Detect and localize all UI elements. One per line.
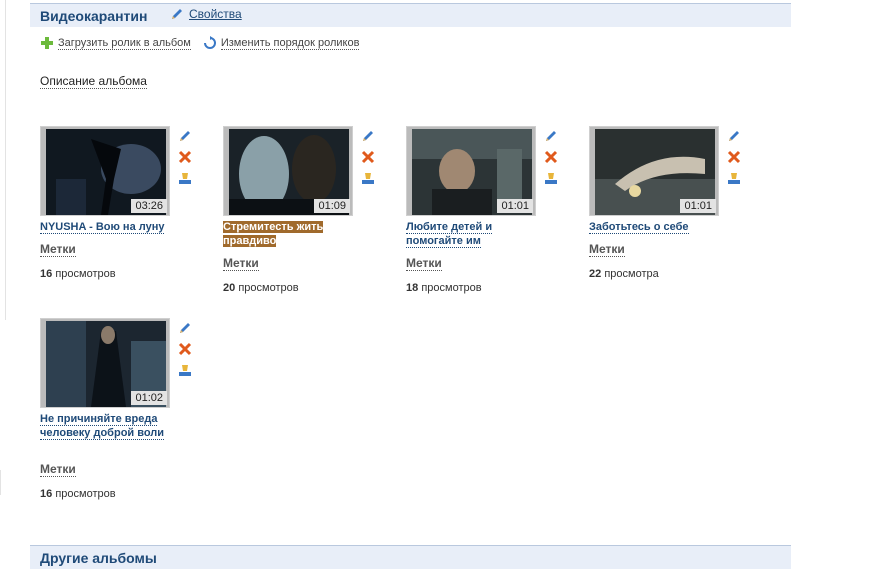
video-thumbnail[interactable]: 01:02 bbox=[40, 318, 170, 408]
delete-icon bbox=[178, 342, 192, 356]
plus-icon bbox=[41, 37, 53, 49]
video-tags-link[interactable]: Метки bbox=[40, 242, 76, 257]
left-border-line-lower bbox=[0, 470, 1, 495]
pencil-icon bbox=[172, 9, 182, 19]
video-duration: 01:01 bbox=[680, 199, 716, 213]
edit-video-button[interactable] bbox=[726, 128, 742, 144]
video-views: 18 просмотров bbox=[406, 282, 482, 294]
set-cover-button[interactable] bbox=[177, 170, 193, 186]
views-label: просмотров bbox=[238, 282, 299, 294]
delete-video-button[interactable] bbox=[177, 341, 193, 357]
views-label: просмотров bbox=[55, 268, 116, 280]
delete-video-button[interactable] bbox=[360, 149, 376, 165]
video-title[interactable]: Любите детей и помогайте им bbox=[406, 220, 536, 248]
cover-icon bbox=[179, 173, 191, 184]
properties-link[interactable]: Свойства bbox=[170, 7, 242, 21]
delete-icon bbox=[361, 150, 375, 164]
set-cover-button[interactable] bbox=[360, 170, 376, 186]
video-views: 20 просмотров bbox=[223, 282, 299, 294]
refresh-icon bbox=[203, 36, 216, 49]
properties-label: Свойства bbox=[189, 7, 242, 21]
video-tools bbox=[543, 128, 559, 186]
video-thumbnail[interactable]: 01:01 bbox=[589, 126, 719, 216]
album-actions: Загрузить ролик в альбом Изменить порядо… bbox=[40, 36, 360, 50]
edit-video-button[interactable] bbox=[177, 128, 193, 144]
other-albums-title: Другие альбомы bbox=[40, 550, 157, 566]
video-thumbnail[interactable]: 01:01 bbox=[406, 126, 536, 216]
views-count: 22 bbox=[589, 268, 602, 280]
pencil-icon bbox=[729, 131, 739, 141]
video-duration: 01:01 bbox=[497, 199, 533, 213]
delete-video-button[interactable] bbox=[726, 149, 742, 165]
video-title[interactable]: Заботьтесь о себе bbox=[589, 220, 719, 234]
delete-video-button[interactable] bbox=[177, 149, 193, 165]
edit-video-button[interactable] bbox=[360, 128, 376, 144]
video-tags-link[interactable]: Метки bbox=[589, 242, 625, 257]
reorder-videos-link[interactable]: Изменить порядок роликов bbox=[203, 36, 360, 50]
set-cover-button[interactable] bbox=[543, 170, 559, 186]
video-tools bbox=[177, 128, 193, 186]
cover-icon bbox=[728, 173, 740, 184]
delete-icon bbox=[178, 150, 192, 164]
views-count: 16 bbox=[40, 488, 53, 500]
video-tags-link[interactable]: Метки bbox=[223, 256, 259, 271]
album-header: Видеокарантин Свойства bbox=[30, 3, 791, 27]
views-count: 20 bbox=[223, 282, 236, 294]
video-views: 16 просмотров bbox=[40, 268, 116, 280]
album-description-link[interactable]: Описание альбома bbox=[40, 74, 147, 89]
video-tags-link[interactable]: Метки bbox=[40, 462, 76, 477]
album-title: Видеокарантин bbox=[40, 8, 148, 24]
edit-video-button[interactable] bbox=[177, 320, 193, 336]
video-duration: 01:09 bbox=[314, 199, 350, 213]
video-views: 22 просмотра bbox=[589, 268, 659, 280]
left-border-line bbox=[5, 0, 6, 320]
set-cover-button[interactable] bbox=[726, 170, 742, 186]
video-title[interactable]: Стремитесть жить правдиво bbox=[223, 220, 353, 248]
views-count: 18 bbox=[406, 282, 419, 294]
pencil-icon bbox=[546, 131, 556, 141]
video-views: 16 просмотров bbox=[40, 488, 116, 500]
pencil-icon bbox=[363, 131, 373, 141]
delete-icon bbox=[727, 150, 741, 164]
video-title[interactable]: NYUSHA - Вою на луну bbox=[40, 220, 170, 234]
views-label: просмотра bbox=[604, 268, 659, 280]
delete-video-button[interactable] bbox=[543, 149, 559, 165]
reorder-videos-label: Изменить порядок роликов bbox=[220, 36, 360, 50]
set-cover-button[interactable] bbox=[177, 362, 193, 378]
video-duration: 03:26 bbox=[131, 199, 167, 213]
upload-video-link[interactable]: Загрузить ролик в альбом bbox=[40, 36, 191, 50]
video-duration: 01:02 bbox=[131, 391, 167, 405]
pencil-icon bbox=[180, 131, 190, 141]
video-thumbnail[interactable]: 03:26 bbox=[40, 126, 170, 216]
pencil-icon bbox=[180, 323, 190, 333]
video-tools bbox=[726, 128, 742, 186]
cover-icon bbox=[362, 173, 374, 184]
views-label: просмотров bbox=[55, 488, 116, 500]
other-albums-header: Другие альбомы bbox=[30, 545, 791, 569]
video-tools bbox=[360, 128, 376, 186]
video-thumbnail[interactable]: 01:09 bbox=[223, 126, 353, 216]
edit-video-button[interactable] bbox=[543, 128, 559, 144]
video-tools bbox=[177, 320, 193, 378]
cover-icon bbox=[179, 365, 191, 376]
upload-video-label: Загрузить ролик в альбом bbox=[58, 36, 191, 50]
delete-icon bbox=[544, 150, 558, 164]
views-count: 16 bbox=[40, 268, 53, 280]
cover-icon bbox=[545, 173, 557, 184]
video-title[interactable]: Не причиняйте вреда человеку доброй воли bbox=[40, 412, 170, 440]
video-tags-link[interactable]: Метки bbox=[406, 256, 442, 271]
views-label: просмотров bbox=[421, 282, 482, 294]
